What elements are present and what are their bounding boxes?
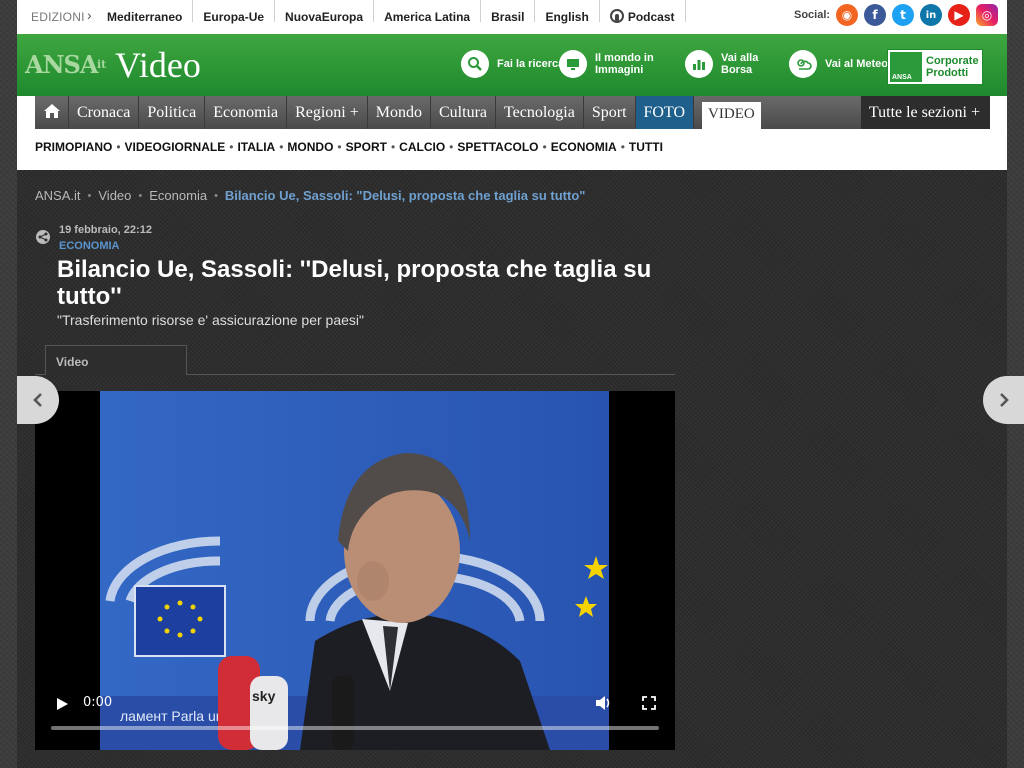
meteo-tool-label: Vai al Meteo	[825, 58, 888, 70]
images-tool-label: Il mondo in Immagini	[595, 52, 654, 76]
nav-video[interactable]: VIDEO	[702, 102, 761, 129]
subnav-videogiornale[interactable]: VIDEOGIORNALE	[125, 140, 226, 154]
nav-regioni[interactable]: Regioni +	[287, 96, 368, 129]
subnav-mondo[interactable]: MONDO	[287, 140, 333, 154]
podcast-label: Podcast	[627, 10, 675, 24]
editions-bar: EDIZIONI › Mediterraneo Europa-Ue NuovaE…	[17, 0, 1007, 34]
nav-tutte-le-sezioni[interactable]: Tutte le sezioni +	[860, 96, 990, 129]
search-tool-label: Fai la ricerca	[497, 58, 565, 70]
main-nav: Cronaca Politica Economia Regioni + Mond…	[35, 96, 990, 129]
borsa-tool-label: Vai alla Borsa	[721, 52, 759, 76]
article-subtitle: "Trasferimento risorse e' assicurazione …	[57, 312, 364, 328]
article-section[interactable]: ECONOMIA	[59, 240, 120, 252]
subnav-calcio[interactable]: CALCIO	[399, 140, 445, 154]
share-icon[interactable]	[36, 230, 50, 244]
nav-mondo[interactable]: Mondo	[368, 96, 431, 129]
site-header: ANSA it Video Fai la ricerca Il mondo in…	[17, 34, 1007, 96]
editions-links: Mediterraneo Europa-Ue NuovaEuropa Ameri…	[97, 0, 686, 24]
search-icon	[461, 50, 489, 78]
page-container: EDIZIONI › Mediterraneo Europa-Ue NuovaE…	[17, 0, 1007, 768]
video-still-image: ламент Parla uropeo sky	[100, 391, 609, 750]
article-date: 19 febbraio, 22:12	[59, 224, 152, 236]
edition-link-mediterraneo[interactable]: Mediterraneo	[97, 0, 192, 24]
edition-link-europa-ue[interactable]: Europa-Ue	[192, 0, 274, 24]
linkedin-icon[interactable]: in	[920, 4, 942, 26]
subnav-economia[interactable]: ECONOMIA	[551, 140, 617, 154]
tab-video[interactable]: Video	[45, 345, 187, 375]
editions-label[interactable]: EDIZIONI	[31, 10, 85, 24]
facebook-icon[interactable]: f	[864, 4, 886, 26]
edition-link-brasil[interactable]: Brasil	[480, 0, 534, 24]
breadcrumb: ANSA.it • Video • Economia • Bilancio Ue…	[35, 188, 586, 203]
video-logo[interactable]: Video	[115, 44, 201, 86]
instagram-icon[interactable]: ◎	[976, 4, 998, 26]
products-label: Prodotti	[926, 67, 969, 79]
nav-cronaca[interactable]: Cronaca	[69, 96, 140, 129]
fullscreen-icon[interactable]	[642, 696, 656, 715]
subnav-italia[interactable]: ITALIA	[237, 140, 275, 154]
search-tool[interactable]: Fai la ricerca	[461, 50, 567, 78]
ansa-logo-it: it	[97, 58, 107, 71]
play-icon[interactable]	[55, 697, 69, 716]
borsa-tool[interactable]: Vai alla Borsa	[685, 50, 791, 78]
video-player[interactable]: ламент Parla uropeo sky 0:00	[35, 391, 675, 750]
volume-icon[interactable]	[595, 695, 613, 716]
subnav-primopiano[interactable]: PRIMOPIANO	[35, 140, 112, 154]
rss-icon[interactable]: ◉	[836, 4, 858, 26]
subnav-spettacolo[interactable]: SPETTACOLO	[457, 140, 538, 154]
nav-foto[interactable]: FOTO	[635, 96, 695, 129]
meteo-tool[interactable]: Vai al Meteo	[789, 50, 895, 78]
video-time: 0:00	[83, 695, 113, 710]
chart-icon	[685, 50, 713, 78]
youtube-icon[interactable]: ▶	[948, 4, 970, 26]
video-frame: ламент Parla uropeo sky	[100, 391, 609, 750]
monitor-icon	[559, 50, 587, 78]
video-progress-bar[interactable]	[51, 726, 659, 730]
breadcrumb-current: Bilancio Ue, Sassoli: "Delusi, proposta …	[224, 188, 586, 203]
nav-sport[interactable]: Sport	[584, 96, 636, 129]
ansa-badge: ANSA	[890, 52, 922, 82]
podcast-icon	[609, 9, 624, 23]
corporate-label: Corporate	[926, 55, 979, 67]
nav-politica[interactable]: Politica	[139, 96, 206, 129]
images-tool[interactable]: Il mondo in Immagini	[559, 50, 665, 78]
breadcrumb-video[interactable]: Video	[98, 188, 131, 203]
breadcrumb-economia[interactable]: Economia	[149, 188, 207, 203]
nav-tecnologia[interactable]: Tecnologia	[496, 96, 584, 129]
edition-link-america-latina[interactable]: America Latina	[373, 0, 480, 24]
ansa-logo[interactable]: ANSA	[25, 50, 99, 79]
nav-economia[interactable]: Economia	[205, 96, 288, 129]
social-label: Social:	[794, 9, 831, 21]
article-title: Bilancio Ue, Sassoli: ''Delusi, proposta…	[57, 256, 652, 310]
home-icon[interactable]	[35, 96, 69, 129]
subnav-tutti[interactable]: TUTTI	[629, 140, 663, 154]
twitter-icon[interactable]: t	[892, 4, 914, 26]
edition-link-nuovaeuropa[interactable]: NuovaEuropa	[274, 0, 373, 24]
chevron-right-icon[interactable]: ›	[87, 7, 92, 23]
sub-nav: PRIMOPIANO • VIDEOGIORNALE • ITALIA • MO…	[35, 140, 663, 154]
next-arrow-button[interactable]	[983, 376, 1024, 424]
navigation-strip: Cronaca Politica Economia Regioni + Mond…	[17, 96, 1007, 170]
weather-icon	[789, 50, 817, 78]
subnav-sport[interactable]: SPORT	[346, 140, 387, 154]
svg-text:sky: sky	[252, 688, 276, 704]
corporate-products-button[interactable]: ANSA Corporate Prodotti	[887, 49, 983, 85]
nav-cultura[interactable]: Cultura	[431, 96, 496, 129]
edition-link-english[interactable]: English	[534, 0, 598, 24]
social-icons: ◉ f t in ▶ ◎	[836, 4, 998, 26]
breadcrumb-ansa[interactable]: ANSA.it	[35, 188, 81, 203]
podcast-link[interactable]: Podcast	[598, 0, 686, 24]
